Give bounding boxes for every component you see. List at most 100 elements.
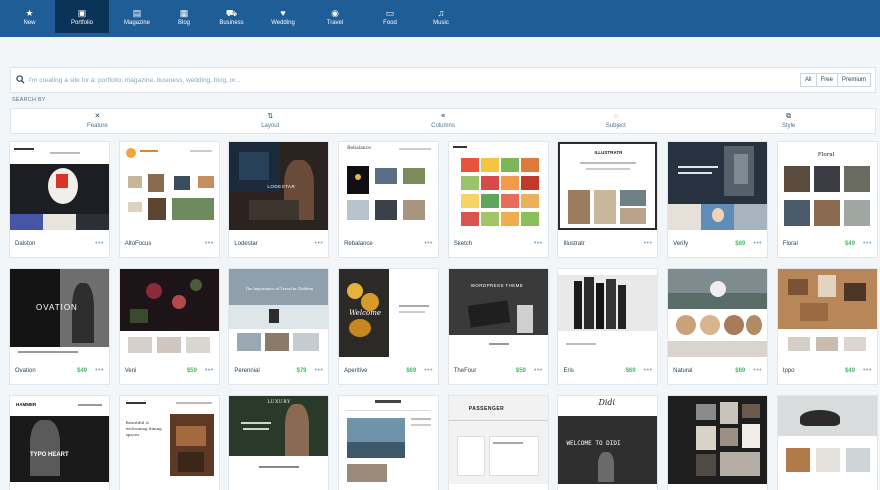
search-input[interactable]	[29, 76, 800, 84]
theme-card-perennial[interactable]: The Importance of Travel in Children Per…	[228, 268, 330, 385]
layout-icon: ⇅	[267, 113, 274, 120]
theme-card-illustratr[interactable]: ILLUSTRATR Illustratr •••	[557, 141, 659, 258]
nav-business[interactable]: ⛟ Business	[206, 0, 257, 33]
theme-thumbnail: HAMMER TYPO HEART	[10, 396, 109, 484]
theme-thumbnail: LUXURY	[229, 396, 329, 484]
nav-blog[interactable]: ▦ Blog	[165, 0, 203, 33]
more-icon[interactable]: •••	[205, 367, 214, 374]
theme-card-altofocus[interactable]: AltoFocus •••	[118, 141, 220, 258]
facet-style[interactable]: ⧉ Style	[702, 109, 875, 133]
magazine-icon: ▤	[132, 7, 142, 18]
theme-card-ovation[interactable]: OVATION Ovation $49 •••	[9, 268, 110, 385]
nav-magazine[interactable]: ▤ Magazine	[112, 0, 162, 33]
theme-thumbnail	[777, 396, 877, 484]
facet-subject[interactable]: ◌ Subject	[529, 109, 702, 133]
thumb-logo: Didi	[598, 398, 616, 407]
theme-thumbnail: Didi WELCOME TO DIDI	[558, 396, 658, 484]
tools-icon: ✕	[94, 113, 101, 120]
more-icon[interactable]: •••	[644, 367, 653, 374]
more-icon[interactable]: •••	[95, 367, 104, 374]
theme-card-ippo[interactable]: Ippo $49 •••	[776, 268, 878, 385]
theme-card-dalston[interactable]: Dalston •••	[9, 141, 110, 258]
heart-icon: ♥	[280, 7, 286, 18]
theme-card-restaurant[interactable]: Beautiful & welcoming dining spaces •••	[118, 395, 220, 490]
nav-music[interactable]: ♫ Music	[419, 0, 463, 33]
more-icon[interactable]: •••	[863, 367, 872, 374]
more-icon[interactable]: •••	[753, 367, 762, 374]
nav-label: Music	[433, 19, 449, 26]
theme-card-rebalance[interactable]: Rebalance Rebalance •••	[338, 141, 440, 258]
theme-name: Dalston	[15, 240, 36, 247]
price-filter: All Free Premium	[799, 73, 871, 87]
portfolio-icon: ▣	[77, 7, 87, 18]
facet-label: Subject	[605, 123, 626, 129]
theme-card-didi[interactable]: Didi WELCOME TO DIDI •••	[557, 395, 659, 490]
filter-free[interactable]: Free	[815, 74, 837, 86]
facet-feature[interactable]: ✕ Feature	[11, 109, 184, 133]
thumb-title: ILLUSTRATR	[594, 150, 623, 155]
more-icon[interactable]: •••	[534, 367, 543, 374]
filter-all[interactable]: All	[800, 74, 816, 86]
filter-premium[interactable]: Premium	[836, 74, 870, 86]
theme-card-gallery[interactable]: •••	[667, 395, 769, 490]
more-icon[interactable]: •••	[753, 240, 762, 247]
theme-card-hammer[interactable]: HAMMER TYPO HEART •••	[9, 395, 110, 490]
theme-name: Natural	[673, 367, 693, 374]
theme-name: Ovation	[15, 367, 36, 374]
theme-card-verify[interactable]: Verify $69 •••	[667, 141, 769, 258]
thumb-subtitle: TYPO HEART	[30, 452, 69, 458]
facet-columns[interactable]: ≡ Columns	[357, 109, 530, 133]
theme-card-lodestar[interactable]: LODESTAR Lodestar •••	[228, 141, 330, 258]
facet-label: Style	[781, 123, 796, 129]
theme-price: $69	[735, 240, 746, 247]
more-icon[interactable]: •••	[95, 240, 104, 247]
theme-thumbnail: OVATION	[10, 269, 109, 357]
nav-travel[interactable]: ◉ Travel	[309, 0, 361, 33]
thumb-title: The Importance of Travel in Children	[245, 287, 314, 291]
theme-card-shop[interactable]: •••	[776, 395, 878, 490]
thumb-title: Rebalance	[347, 146, 371, 151]
more-icon[interactable]: •••	[315, 367, 324, 374]
theme-name: Rebalance	[344, 240, 373, 247]
nav-new[interactable]: ★ New	[7, 0, 52, 33]
nav-portfolio[interactable]: ▣ Portfolio	[55, 0, 109, 33]
cart-icon: ⛟	[225, 7, 238, 18]
theme-card-travel-blog[interactable]: •••	[338, 395, 440, 490]
search-icon[interactable]	[11, 74, 29, 86]
theme-name: Lodestar	[234, 240, 258, 247]
theme-card-veni[interactable]: Veni $59 •••	[118, 268, 220, 385]
nav-label: Wedding	[271, 19, 295, 26]
search-bar: All Free Premium	[10, 67, 876, 93]
more-icon[interactable]: •••	[863, 240, 872, 247]
nav-wedding[interactable]: ♥ Wedding	[260, 0, 306, 33]
more-icon[interactable]: •••	[205, 240, 214, 247]
more-icon[interactable]: •••	[534, 240, 543, 247]
theme-card-eris[interactable]: Eris $69 •••	[557, 268, 659, 385]
thumb-title: HAMMER	[16, 402, 37, 407]
theme-thumbnail: Beautiful & welcoming dining spaces	[119, 396, 219, 484]
theme-card-passenger[interactable]: PASSENGER •••	[447, 395, 549, 490]
theme-card-floral[interactable]: Floral Floral $49 •••	[776, 141, 878, 258]
more-icon[interactable]: •••	[315, 240, 324, 247]
theme-name: Sketch	[453, 240, 473, 247]
theme-thumbnail	[558, 269, 658, 357]
theme-name: Veni	[124, 367, 137, 374]
theme-price: $59	[186, 367, 197, 374]
nav-label: New	[23, 19, 36, 26]
facet-layout[interactable]: ⇅ Layout	[184, 109, 357, 133]
nav-food[interactable]: ▭ Food	[364, 0, 416, 33]
theme-name: TheFour	[453, 367, 477, 374]
theme-card-aperitive[interactable]: Welcome Aperitive $69 •••	[338, 268, 440, 385]
star-icon: ★	[25, 7, 34, 18]
theme-card-sketch[interactable]: Sketch •••	[447, 141, 549, 258]
theme-thumbnail	[339, 396, 439, 484]
theme-card-luxury[interactable]: LUXURY •••	[228, 395, 330, 490]
globe-icon: ◉	[331, 7, 339, 18]
more-icon[interactable]: •••	[424, 367, 433, 374]
theme-card-thefour[interactable]: WORDPRESS THEME TheFour $59 •••	[447, 268, 549, 385]
more-icon[interactable]: •••	[424, 240, 433, 247]
theme-price: $69	[625, 367, 636, 374]
thumb-title: Welcome	[349, 309, 381, 317]
more-icon[interactable]: •••	[644, 240, 653, 247]
theme-card-natural[interactable]: Natural $69 •••	[667, 268, 769, 385]
